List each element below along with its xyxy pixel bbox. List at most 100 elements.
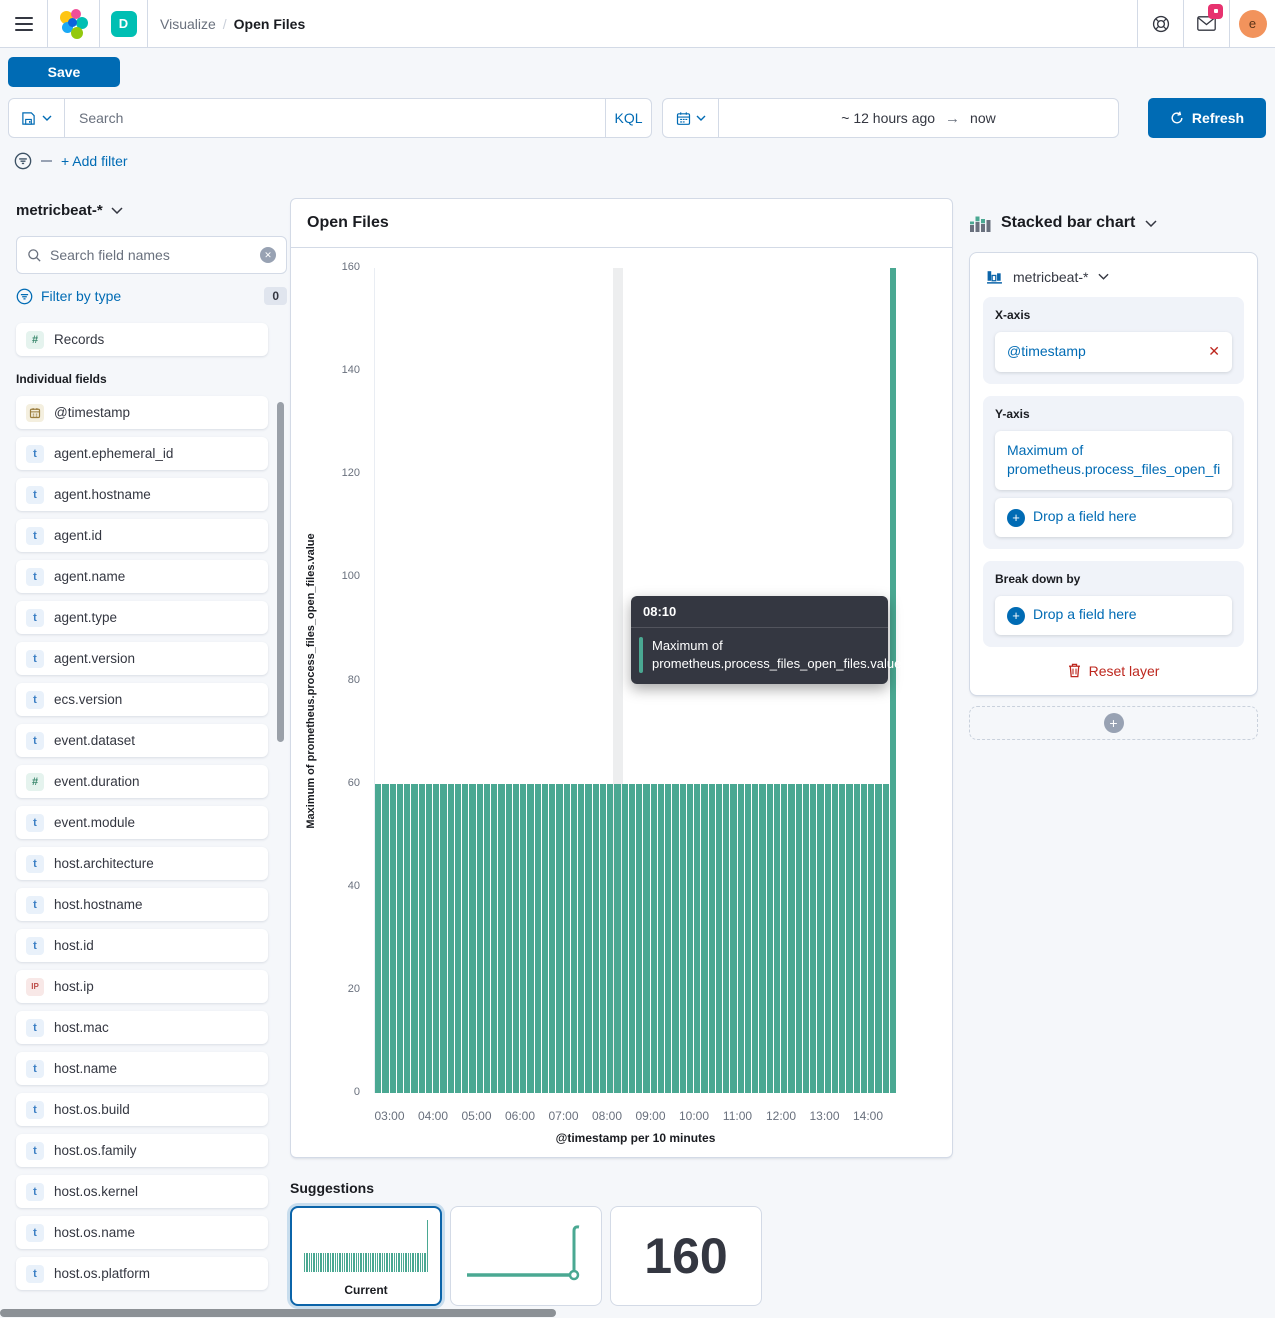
space-switcher[interactable]: D bbox=[100, 0, 148, 48]
time-range-end[interactable]: now bbox=[970, 110, 996, 126]
field-list-scrollbar[interactable] bbox=[277, 402, 284, 742]
field-item[interactable]: thost.os.build bbox=[16, 1093, 268, 1126]
field-item[interactable]: thost.os.kernel bbox=[16, 1175, 268, 1208]
add-filter-button[interactable]: + Add filter bbox=[61, 153, 128, 169]
y-axis-dimension[interactable]: Maximum of prometheus.process_files_open… bbox=[995, 431, 1232, 490]
field-item[interactable]: tagent.type bbox=[16, 601, 268, 634]
mini-bar bbox=[353, 1253, 354, 1273]
index-pattern-switcher[interactable]: metricbeat-* bbox=[16, 202, 290, 219]
field-item[interactable]: IPhost.ip bbox=[16, 970, 268, 1003]
field-item[interactable]: thost.name bbox=[16, 1052, 268, 1085]
remove-dimension-icon[interactable]: ✕ bbox=[1208, 342, 1220, 362]
mini-bar bbox=[394, 1253, 395, 1273]
x-tick-label: 03:00 bbox=[374, 1109, 404, 1123]
tooltip-time: 08:10 bbox=[631, 596, 888, 628]
newsfeed-button[interactable] bbox=[1183, 0, 1229, 48]
field-item[interactable]: @timestamp bbox=[16, 396, 268, 429]
bar bbox=[527, 784, 533, 1093]
reset-layer-button[interactable]: Reset layer bbox=[983, 663, 1244, 679]
refresh-label: Refresh bbox=[1192, 110, 1244, 126]
save-button[interactable]: Save bbox=[8, 57, 120, 87]
field-name: agent.version bbox=[54, 651, 135, 666]
field-name: agent.name bbox=[54, 569, 125, 584]
layer-index-pattern-switcher[interactable]: metricbeat-* bbox=[983, 266, 1244, 285]
horizontal-scrollbar-thumb[interactable] bbox=[0, 1309, 556, 1317]
mini-bar bbox=[366, 1253, 367, 1273]
filter-by-type-button[interactable]: Filter by type bbox=[41, 288, 121, 304]
field-search-input[interactable] bbox=[50, 247, 252, 263]
suggestion-line-chart[interactable] bbox=[450, 1206, 602, 1306]
mini-bar bbox=[399, 1253, 400, 1273]
search-query-input[interactable] bbox=[65, 99, 605, 137]
field-item[interactable]: thost.id bbox=[16, 929, 268, 962]
menu-button[interactable] bbox=[0, 0, 48, 48]
string-icon: t bbox=[26, 1101, 44, 1119]
refresh-button[interactable]: Refresh bbox=[1148, 98, 1266, 138]
mini-bar bbox=[405, 1253, 406, 1273]
bar bbox=[788, 784, 794, 1093]
field-item[interactable]: thost.hostname bbox=[16, 888, 268, 921]
bar bbox=[433, 784, 439, 1093]
field-item[interactable]: thost.os.name bbox=[16, 1216, 268, 1249]
suggestion-current-bars bbox=[304, 1220, 428, 1272]
x-axis-dimension[interactable]: @timestamp ✕ bbox=[995, 332, 1232, 372]
x-tick-label: 05:00 bbox=[461, 1109, 491, 1123]
field-name: event.duration bbox=[54, 774, 140, 789]
string-icon: t bbox=[26, 937, 44, 955]
field-item[interactable]: tevent.module bbox=[16, 806, 268, 839]
layer-chart-icon bbox=[986, 268, 1003, 285]
page-title: Open Files bbox=[234, 16, 306, 32]
field-item[interactable]: thost.os.family bbox=[16, 1134, 268, 1167]
suggestion-metric[interactable]: 160 bbox=[610, 1206, 762, 1306]
mini-bar bbox=[368, 1253, 369, 1273]
x-axis-section: X-axis @timestamp ✕ bbox=[983, 297, 1244, 384]
tooltip-series-color bbox=[639, 637, 643, 673]
suggestion-current[interactable]: Current bbox=[290, 1206, 442, 1306]
search-icon bbox=[27, 248, 42, 263]
y-tick-label: 80 bbox=[318, 674, 360, 686]
field-item[interactable]: tagent.version bbox=[16, 642, 268, 675]
field-item[interactable]: tevent.dataset bbox=[16, 724, 268, 757]
field-item[interactable]: tagent.ephemeral_id bbox=[16, 437, 268, 470]
field-item[interactable]: #event.duration bbox=[16, 765, 268, 798]
field-item[interactable]: thost.os.platform bbox=[16, 1257, 268, 1290]
breakdown-drop-field[interactable]: + Drop a field here bbox=[995, 596, 1232, 635]
saved-query-menu-button[interactable] bbox=[9, 99, 65, 137]
field-item[interactable]: thost.mac bbox=[16, 1011, 268, 1044]
bar bbox=[419, 784, 425, 1093]
query-language-button[interactable]: KQL bbox=[605, 99, 651, 137]
help-button[interactable] bbox=[1137, 0, 1183, 48]
bar bbox=[803, 784, 809, 1093]
bar bbox=[571, 784, 577, 1093]
time-range[interactable]: ~ 12 hours ago → now bbox=[719, 99, 1118, 137]
bar bbox=[382, 784, 388, 1093]
field-item[interactable]: thost.architecture bbox=[16, 847, 268, 880]
bar bbox=[520, 784, 526, 1093]
chart-type-switcher[interactable]: Stacked bar chart bbox=[969, 212, 1258, 234]
clear-search-icon[interactable]: ✕ bbox=[260, 247, 276, 263]
add-layer-button[interactable]: + bbox=[969, 706, 1258, 740]
bar bbox=[759, 784, 765, 1093]
field-item[interactable]: tagent.name bbox=[16, 560, 268, 593]
field-item[interactable]: tagent.id bbox=[16, 519, 268, 552]
filter-by-type-icon bbox=[16, 288, 33, 305]
time-range-start[interactable]: ~ 12 hours ago bbox=[841, 110, 935, 126]
field-item[interactable]: tagent.hostname bbox=[16, 478, 268, 511]
records-field[interactable]: # Records bbox=[16, 323, 268, 356]
mini-bar bbox=[344, 1253, 345, 1273]
hamburger-icon bbox=[15, 13, 33, 35]
field-item[interactable]: tecs.version bbox=[16, 683, 268, 716]
mini-bar bbox=[420, 1253, 421, 1273]
workspace-panel: Open Files Maximum of prometheus.process… bbox=[290, 182, 953, 1306]
y-axis-drop-field[interactable]: + Drop a field here bbox=[995, 498, 1232, 537]
mini-bar bbox=[316, 1253, 317, 1273]
user-menu-button[interactable]: e bbox=[1229, 0, 1275, 48]
mini-bar bbox=[346, 1253, 347, 1273]
bar bbox=[390, 784, 396, 1093]
suggestion-line-chart-icon bbox=[461, 1217, 591, 1295]
x-axis-label: X-axis bbox=[995, 308, 1232, 322]
filter-menu-icon[interactable] bbox=[14, 152, 32, 170]
date-quick-menu-button[interactable] bbox=[663, 99, 719, 137]
chevron-down-icon bbox=[42, 115, 52, 121]
breadcrumb-visualize[interactable]: Visualize bbox=[160, 16, 216, 32]
